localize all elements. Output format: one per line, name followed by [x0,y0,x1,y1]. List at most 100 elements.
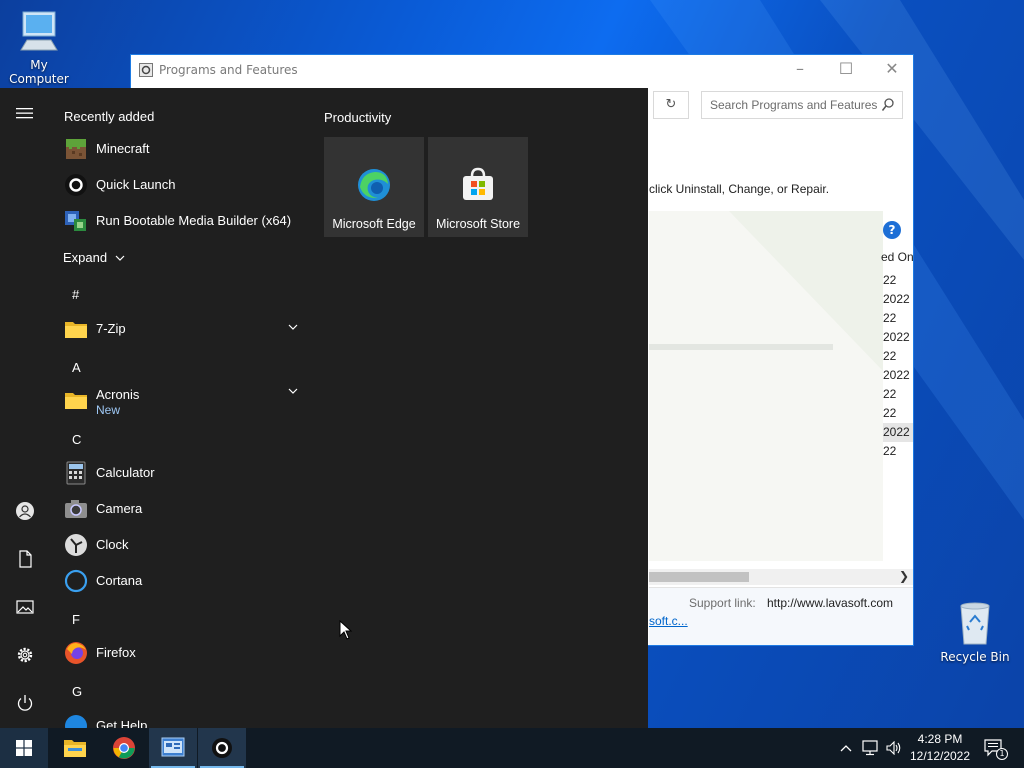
app-7zip[interactable]: 7-Zip [56,311,308,347]
quick-launch-icon [65,174,87,196]
installed-on-cell[interactable]: 2022 [883,366,913,385]
maximize-button[interactable]: ☐ [823,55,869,85]
app-clock[interactable]: Clock [56,527,308,563]
my-computer-desktop-icon[interactable]: My Computer [1,10,77,86]
cortana-icon [64,569,88,593]
group-header-g[interactable]: G [56,676,96,708]
window-titlebar[interactable]: Programs and Features – ☐ ✕ [131,55,913,85]
pictures-button[interactable] [0,584,48,632]
recently-added-heading: Recently added [64,109,155,124]
firefox-icon [65,642,87,664]
support-link-value[interactable]: http://www.lavasoft.com [767,596,893,610]
documents-button[interactable] [0,536,48,584]
app-get-help[interactable]: Get Help [56,708,308,728]
app-calculator[interactable]: Calculator [56,455,308,491]
taskbar-quick-launch[interactable] [198,728,246,768]
productivity-group-label[interactable]: Productivity [324,110,391,125]
installed-on-cell[interactable]: 22 [883,442,913,461]
taskbar-chrome[interactable] [100,728,148,768]
power-button[interactable] [0,680,48,728]
app-name: 7-Zip [96,321,126,336]
help-icon[interactable]: ? [883,221,901,239]
app-name: Minecraft [96,141,150,156]
support-link-label: Support link: [689,596,756,610]
file-explorer-icon [64,740,86,757]
app-cortana[interactable]: Cortana [56,563,308,599]
taskbar-clock[interactable]: 4:28 PM 12/12/2022 [902,731,978,765]
volume-button[interactable] [884,728,904,768]
media-builder-icon [65,211,86,231]
hamburger-icon [16,108,33,119]
clock-icon [65,534,87,556]
horizontal-scrollbar[interactable]: ❯ [649,569,913,585]
power-icon [17,695,33,711]
settings-button[interactable] [0,632,48,680]
refresh-button[interactable]: ↻ [653,91,689,119]
windows-logo-icon [16,740,32,756]
app-name: Camera [96,501,143,516]
network-icon [862,740,878,756]
installed-on-cell[interactable]: 2022 [883,423,913,442]
recycle-bin-desktop-icon[interactable]: Recycle Bin [937,600,1013,664]
scroll-right-arrow-icon[interactable]: ❯ [899,569,909,583]
window-title: Programs and Features [159,63,298,77]
taskbar: 4:28 PM 12/12/2022 1 [0,728,1024,768]
recycle-bin-icon [960,602,990,645]
app-camera[interactable]: Camera [56,491,308,527]
scrollbar-thumb[interactable] [649,572,749,582]
pictures-icon [16,600,34,614]
search-placeholder: Search Programs and Features [710,98,878,112]
edge-icon [358,169,390,201]
control-panel-icon [161,737,185,757]
search-icon [882,98,894,111]
document-icon [19,550,32,568]
taskbar-control-panel[interactable] [149,728,197,768]
group-header-hash[interactable]: # [56,279,96,311]
show-hidden-icons-button[interactable] [836,728,856,768]
expand-button[interactable]: Expand [56,244,136,272]
chevron-down-icon[interactable] [288,387,298,395]
program-list[interactable] [649,211,883,561]
installed-on-cell[interactable]: 22 [883,385,913,404]
camera-icon [65,500,87,518]
installed-on-cell[interactable]: 22 [883,271,913,290]
notification-count-badge: 1 [996,748,1008,760]
app-name: Calculator [96,465,155,480]
app-quick-launch[interactable]: Quick Launch [56,167,308,203]
installed-on-cell[interactable]: 2022 [883,328,913,347]
installed-on-column-header[interactable]: ed On [881,250,914,264]
group-header-c[interactable]: C [56,424,96,456]
app-acronis[interactable]: Acronis New [56,378,308,420]
app-firefox[interactable]: Firefox [56,635,308,671]
start-button[interactable] [0,728,48,768]
help-link[interactable]: soft.c... [649,614,688,628]
app-name: Firefox [96,645,136,660]
taskbar-file-explorer[interactable] [51,728,99,768]
tile-microsoft-store[interactable]: Microsoft Store [428,137,528,237]
tile-label: Microsoft Edge [332,217,416,231]
installed-on-cell[interactable]: 2022 [883,290,913,309]
app-minecraft[interactable]: Minecraft [56,131,308,167]
control-panel-icon [139,63,153,77]
group-header-f[interactable]: F [56,604,96,636]
app-name: Clock [96,537,129,552]
hamburger-menu-button[interactable] [0,92,48,140]
chevron-down-icon[interactable] [288,323,298,331]
action-center-button[interactable]: 1 [980,728,1010,768]
app-name: Cortana [96,573,143,588]
chevron-up-icon [840,745,852,752]
close-button[interactable]: ✕ [869,55,915,85]
search-input[interactable]: Search Programs and Features [701,91,903,119]
network-button[interactable] [860,728,882,768]
app-name: Get Help [96,718,148,728]
tile-microsoft-edge[interactable]: Microsoft Edge [324,137,424,237]
list-background-glyph [649,211,883,371]
recycle-bin-label: Recycle Bin [940,650,1010,664]
minecraft-icon [66,139,86,159]
app-run-bootable-media-builder[interactable]: Run Bootable Media Builder (x64) [56,203,308,239]
installed-on-cell[interactable]: 22 [883,347,913,366]
installed-on-cell[interactable]: 22 [883,309,913,328]
user-account-button[interactable] [0,488,48,536]
installed-on-cell[interactable]: 22 [883,404,913,423]
minimize-button[interactable]: – [777,55,823,85]
